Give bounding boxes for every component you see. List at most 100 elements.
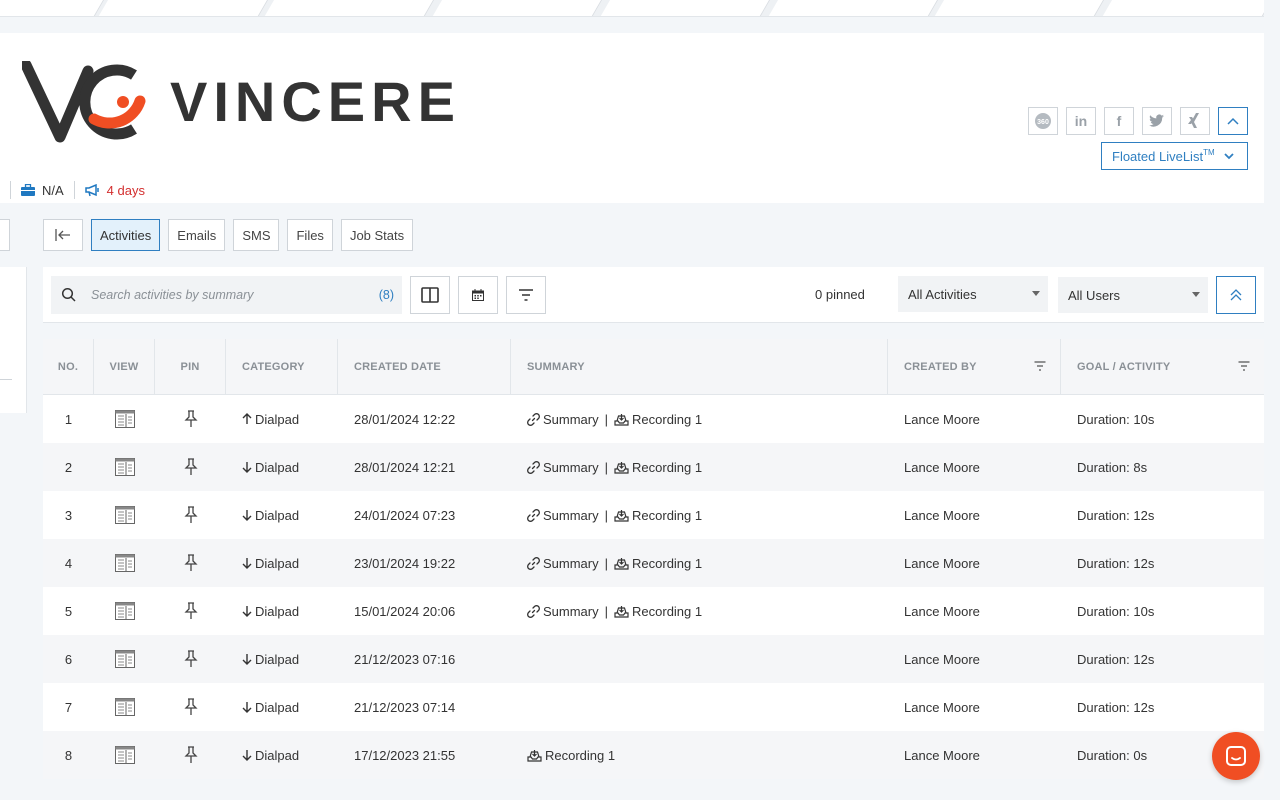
vincere-logo: VINCERE xyxy=(22,61,455,143)
category-cell: Dialpad xyxy=(226,635,338,683)
recording-link[interactable]: Recording 1 xyxy=(527,748,615,763)
view-details-icon[interactable] xyxy=(94,635,155,683)
collapse-left-button[interactable] xyxy=(43,219,83,251)
pin-icon[interactable] xyxy=(155,635,226,683)
summary-link[interactable]: Summary xyxy=(527,460,599,475)
tab-slot[interactable] xyxy=(600,0,772,16)
table-row[interactable]: 7 Dialpad 21/12/2023 07:14 Lance Moore Durat… xyxy=(43,683,1264,731)
row-number: 3 xyxy=(64,507,73,523)
chat-launcher-button[interactable] xyxy=(1212,732,1260,780)
recording-link[interactable]: Recording 1 xyxy=(614,412,702,427)
search-placeholder: Search activities by summary xyxy=(91,288,254,302)
collapse-toolbar-button[interactable] xyxy=(1216,276,1256,314)
search-input[interactable]: Search activities by summary (8) xyxy=(51,276,402,314)
calendar-button[interactable] xyxy=(458,276,498,314)
chevron-down-icon xyxy=(1223,153,1234,160)
pin-icon[interactable] xyxy=(155,587,226,635)
summary-cell: Summary | Recording 1 xyxy=(511,539,888,587)
view-details-icon[interactable] xyxy=(94,587,155,635)
recording-link[interactable]: Recording 1 xyxy=(614,460,702,475)
table-row[interactable]: 2 Dialpad 28/01/2024 12:21 Summary | Recordin… xyxy=(43,443,1264,491)
pin-icon[interactable] xyxy=(155,491,226,539)
view-details-icon[interactable] xyxy=(94,683,155,731)
tab-activities[interactable]: Activities xyxy=(91,219,161,251)
tab-slot[interactable] xyxy=(768,0,940,16)
created-by-cell: Lance Moore xyxy=(904,555,980,571)
recording-link[interactable]: Recording 1 xyxy=(614,604,702,619)
linkedin-icon[interactable]: in xyxy=(1066,107,1096,135)
pin-icon[interactable] xyxy=(155,731,226,779)
tab-sms[interactable]: SMS xyxy=(233,219,280,251)
created-date-cell: 21/12/2023 07:16 xyxy=(354,651,456,667)
summary-link[interactable]: Summary xyxy=(527,604,599,619)
table-row[interactable]: 5 Dialpad 15/01/2024 20:06 Summary | Recordin… xyxy=(43,587,1264,635)
created-by-cell: Lance Moore xyxy=(904,459,980,475)
table-row[interactable]: 1 Dialpad 28/01/2024 12:22 Summary | Recordin… xyxy=(43,395,1264,443)
tab-slot[interactable] xyxy=(1102,0,1264,16)
tab-slot[interactable] xyxy=(934,0,1106,16)
tab-emails[interactable]: Emails xyxy=(168,219,226,251)
pin-icon[interactable] xyxy=(155,443,226,491)
pin-icon[interactable] xyxy=(155,395,226,443)
arrow-up-icon xyxy=(242,413,252,425)
activities-table: NO. VIEW PIN CATEGORY CREATED DATE SUMMA… xyxy=(43,339,1264,779)
twitter-icon[interactable] xyxy=(1142,107,1172,135)
filter-lines-icon[interactable] xyxy=(1238,361,1250,371)
view-details-icon[interactable] xyxy=(94,539,155,587)
pin-icon[interactable] xyxy=(155,683,226,731)
tab-slot[interactable] xyxy=(264,0,436,16)
facebook-icon[interactable]: f xyxy=(1104,107,1134,135)
tab-slot[interactable] xyxy=(432,0,604,16)
summary-cell: Summary | Recording 1 xyxy=(511,587,888,635)
created-date-cell: 17/12/2023 21:55 xyxy=(354,747,456,763)
split-view-button[interactable] xyxy=(410,276,450,314)
xing-icon[interactable] xyxy=(1180,107,1210,135)
summary-cell: Summary | Recording 1 xyxy=(511,443,888,491)
user-select[interactable]: All Users xyxy=(1058,277,1208,313)
col-created-by[interactable]: CREATED BY xyxy=(888,339,1061,395)
activity-type-select[interactable]: All Activities xyxy=(898,276,1048,312)
pinned-count: 0 pinned xyxy=(815,287,865,302)
search-icon xyxy=(61,287,76,302)
recording-label: Recording 1 xyxy=(632,459,703,475)
col-goal-activity-label: GOAL / ACTIVITY xyxy=(1077,361,1171,373)
col-category[interactable]: CATEGORY xyxy=(226,339,338,395)
summary-link[interactable]: Summary xyxy=(527,412,599,427)
goal-activity-cell: Duration: 8s xyxy=(1077,459,1148,475)
row-number: 8 xyxy=(64,747,73,763)
tab-slot[interactable] xyxy=(98,0,270,16)
link-icon xyxy=(527,556,540,570)
view-details-icon[interactable] xyxy=(94,731,155,779)
summary-cell xyxy=(511,683,888,731)
table-row[interactable]: 4 Dialpad 23/01/2024 19:22 Summary | Recordin… xyxy=(43,539,1264,587)
recording-link[interactable]: Recording 1 xyxy=(614,556,702,571)
summary-link-label: Summary xyxy=(543,507,599,523)
table-row[interactable]: 6 Dialpad 21/12/2023 07:16 Lance Moore Durat… xyxy=(43,635,1264,683)
summary-link-label: Summary xyxy=(543,411,599,427)
360-icon[interactable]: 360 xyxy=(1028,107,1058,135)
recording-link[interactable]: Recording 1 xyxy=(614,508,702,523)
view-details-icon[interactable] xyxy=(94,443,155,491)
view-details-icon[interactable] xyxy=(94,395,155,443)
view-details-icon[interactable] xyxy=(94,491,155,539)
left-panel-toggle[interactable] xyxy=(0,219,10,251)
pin-icon[interactable] xyxy=(155,539,226,587)
goal-activity-cell: Duration: 12s xyxy=(1077,507,1155,523)
filter-lines-icon[interactable] xyxy=(1034,361,1046,371)
floated-livelist-dropdown[interactable]: Floated LiveList TM xyxy=(1101,142,1248,170)
tab-slot[interactable] xyxy=(0,0,106,16)
table-row[interactable]: 3 Dialpad 24/01/2024 07:23 Summary | Recordin… xyxy=(43,491,1264,539)
row-number: 4 xyxy=(64,555,73,571)
search-result-count: (8) xyxy=(378,288,394,302)
tab-files[interactable]: Files xyxy=(287,219,333,251)
col-created-date[interactable]: CREATED DATE xyxy=(338,339,511,395)
chat-icon xyxy=(1226,746,1246,766)
col-goal-activity[interactable]: GOAL / ACTIVITY xyxy=(1061,339,1264,395)
summary-link[interactable]: Summary xyxy=(527,508,599,523)
filter-button[interactable] xyxy=(506,276,546,314)
tab-job-stats[interactable]: Job Stats xyxy=(340,219,414,251)
table-row[interactable]: 8 Dialpad 17/12/2023 21:55 Recording 1 Lance… xyxy=(43,731,1264,779)
chevron-up-icon[interactable] xyxy=(1218,107,1248,135)
summary-link[interactable]: Summary xyxy=(527,556,599,571)
summary-cell: Summary | Recording 1 xyxy=(511,395,888,443)
